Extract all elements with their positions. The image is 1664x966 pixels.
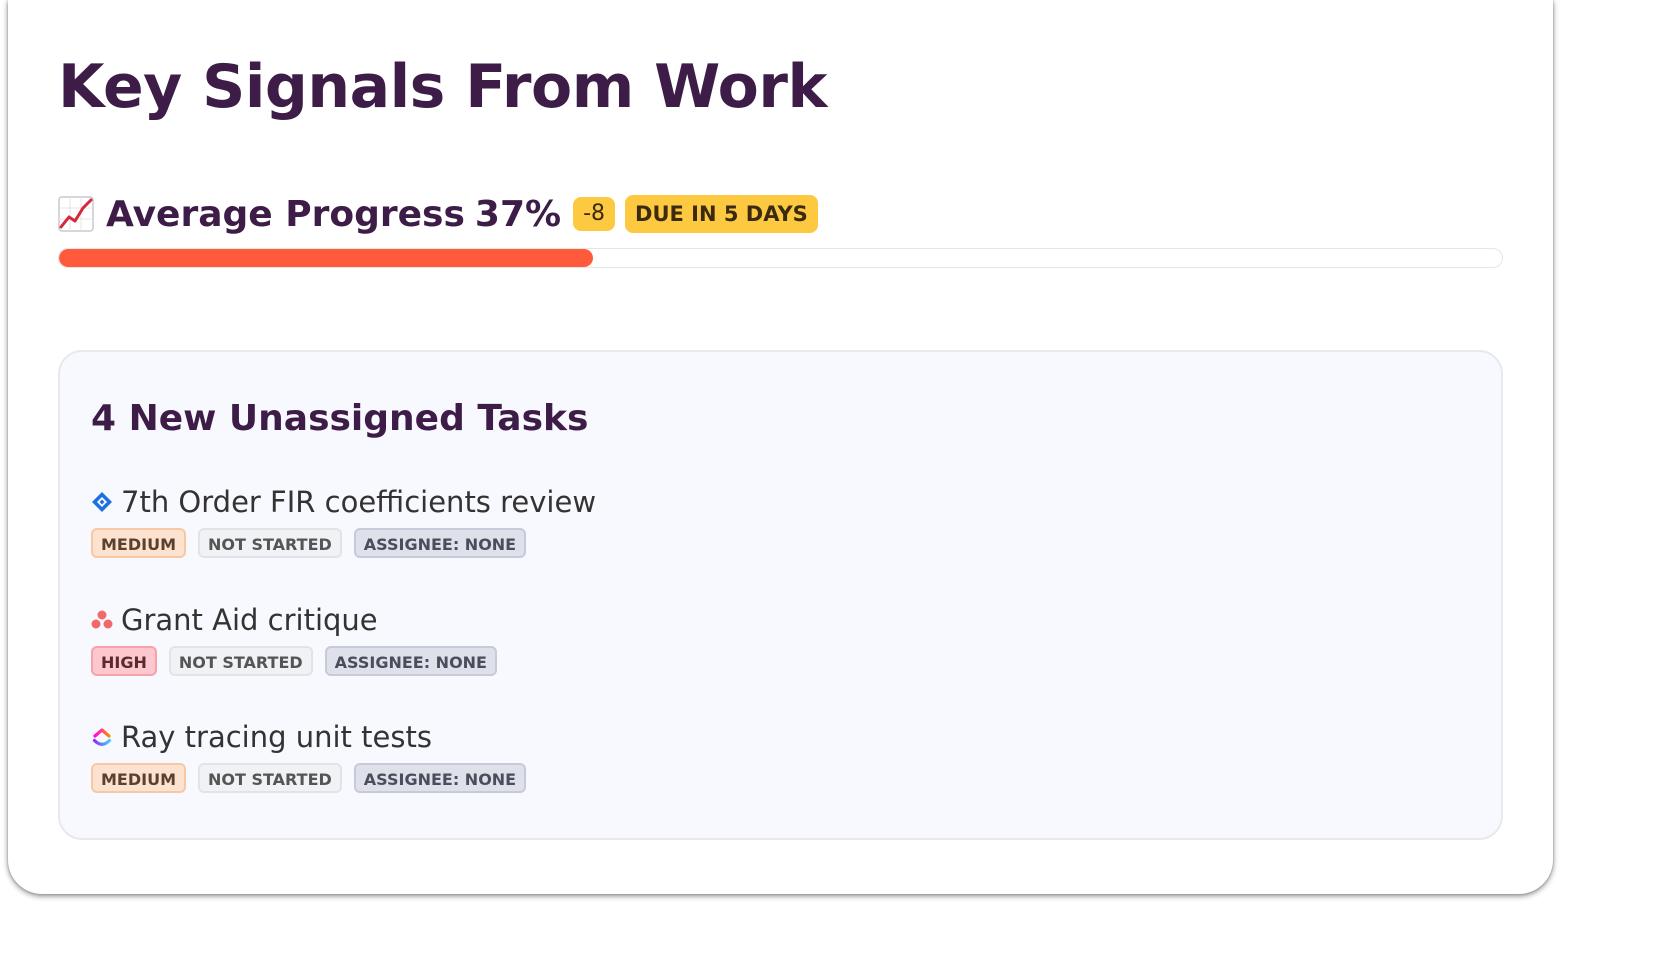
status-tag: NOT STARTED (198, 528, 342, 558)
progress-bar (58, 248, 1503, 268)
task-name[interactable]: Grant Aid critique (121, 603, 378, 637)
progress-delta-badge: -8 (573, 197, 616, 231)
progress-label: Average Progress (106, 193, 465, 235)
task-item[interactable]: Ray tracing unit tests MEDIUM NOT STARTE… (91, 717, 527, 793)
status-tag: NOT STARTED (198, 763, 342, 793)
clickup-chevron-icon (91, 726, 113, 748)
priority-tag: HIGH (91, 646, 157, 676)
average-progress-row: Average Progress 37% -8 DUE IN 5 DAYS (58, 190, 818, 238)
key-signals-card: Key Signals From Work Average Progress 3… (8, 0, 1553, 894)
task-name[interactable]: 7th Order FIR coefficients review (121, 485, 596, 519)
tasks-panel-title: 4 New Unassigned Tasks (91, 398, 589, 439)
priority-tag: MEDIUM (91, 528, 186, 558)
jira-diamond-icon (91, 491, 113, 513)
status-tag: NOT STARTED (168, 646, 313, 676)
progress-bar-fill (59, 249, 593, 267)
assignee-tag: ASSIGNEE: NONE (353, 528, 527, 558)
due-date-badge: DUE IN 5 DAYS (625, 195, 818, 233)
progress-value: 37% (474, 193, 562, 235)
task-item[interactable]: 7th Order FIR coefficients review MEDIUM… (91, 482, 596, 558)
assignee-tag: ASSIGNEE: NONE (324, 646, 497, 676)
asana-dots-icon (91, 609, 113, 631)
assignee-tag: ASSIGNEE: NONE (353, 763, 527, 793)
task-item[interactable]: Grant Aid critique HIGH NOT STARTED ASSI… (91, 600, 497, 676)
unassigned-tasks-panel: 4 New Unassigned Tasks 7th Order FIR coe… (58, 350, 1503, 840)
task-name[interactable]: Ray tracing unit tests (121, 720, 432, 754)
chart-increasing-icon (58, 196, 94, 232)
widget-title: Key Signals From Work (58, 52, 827, 122)
priority-tag: MEDIUM (91, 763, 186, 793)
